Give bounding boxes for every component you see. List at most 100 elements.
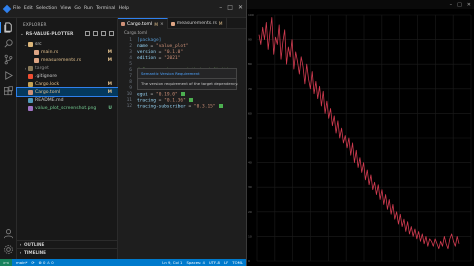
tooltip-divider — [138, 78, 236, 79]
hover-description: The version requirement of the target de… — [141, 81, 239, 86]
code-token: = — [155, 98, 165, 104]
git-status-badge: M — [107, 57, 112, 63]
menu-bar: File Edit Selection View Go Run Terminal… — [0, 0, 246, 18]
hover-link[interactable]: Semantic Version Requirement — [141, 71, 200, 76]
png-file-icon — [28, 105, 33, 111]
folder-open-file-icon — [28, 41, 33, 47]
remote-indicator[interactable]: >< — [0, 259, 12, 266]
breadcrumb[interactable]: Cargo.toml — [118, 29, 246, 36]
file-tree-item[interactable]: .gitignore — [17, 72, 118, 80]
run-debug-icon[interactable] — [3, 70, 14, 81]
search-icon[interactable] — [3, 38, 14, 49]
git-status-badge: M — [107, 81, 112, 87]
tab-label: measurements.rs — [176, 21, 217, 26]
minimize-button[interactable]: – — [450, 2, 453, 8]
cursor-position[interactable]: Ln 9, Col 1 — [162, 260, 182, 265]
git-status-badge: M — [107, 49, 112, 55]
menu-go[interactable]: Go — [74, 6, 80, 11]
outline-label: OUTLINE — [24, 241, 45, 247]
plot-background — [247, 9, 474, 266]
code-token: [package] — [137, 38, 162, 43]
y-tick-label: 50 — [248, 136, 252, 140]
timeline-panel-header[interactable]: › TIMELINE — [17, 248, 118, 255]
close-button[interactable]: ✕ — [238, 4, 243, 12]
y-tick-label: 100 — [248, 13, 254, 17]
crate-ok-check-icon — [188, 98, 193, 102]
extensions-icon[interactable] — [3, 86, 14, 97]
file-tree-item[interactable]: README.md — [17, 96, 118, 104]
y-tick-label: 80 — [248, 62, 252, 66]
folder-file-icon — [28, 65, 33, 71]
y-tick-label: 60 — [248, 111, 252, 115]
code-token: name — [137, 44, 148, 49]
tab-cargo-toml[interactable]: Cargo.toml M × — [118, 18, 168, 29]
file-label: main.rs — [41, 49, 59, 55]
y-tick-label: 10 — [248, 234, 252, 238]
menu-edit[interactable]: Edit — [24, 6, 33, 11]
maximize-button[interactable]: □ — [227, 4, 233, 12]
menu-run[interactable]: Run — [84, 6, 93, 11]
file-label: .gitignore — [35, 73, 57, 79]
language-mode[interactable]: TOML — [232, 260, 243, 265]
close-tab-icon[interactable]: × — [160, 22, 164, 27]
rust-file-icon — [170, 21, 175, 26]
window-controls: – □ ✕ — [219, 4, 243, 12]
code-token: edition — [137, 56, 156, 61]
problems-count[interactable]: ⊗ 0 ⚠ 0 — [39, 260, 54, 265]
file-label: Cargo.lock — [35, 81, 60, 87]
menu-view[interactable]: View — [60, 6, 71, 11]
refresh-icon[interactable] — [101, 31, 106, 36]
account-icon[interactable] — [3, 228, 14, 239]
maximize-button[interactable]: □ — [457, 2, 462, 8]
code-token: "2021" — [164, 56, 181, 61]
menu-help[interactable]: Help — [119, 6, 129, 11]
code-text: tracing-subscriber = "0.3.15" — [137, 104, 223, 111]
plot-window-controls: – □ ✕ — [450, 2, 471, 8]
y-tick-label: 40 — [248, 161, 252, 165]
new-file-icon[interactable] — [85, 31, 90, 36]
files-icon[interactable] — [0, 22, 14, 33]
file-label: value_plot_screenshot.png — [35, 105, 97, 111]
file-tree-item[interactable]: value_plot_screenshot.png U — [17, 104, 118, 112]
code-token: "0.19.0" — [155, 92, 178, 98]
file-label: target — [35, 65, 49, 71]
indentation[interactable]: Spaces: 4 — [186, 260, 204, 265]
file-tree-item[interactable]: › target — [17, 64, 118, 72]
menu-selection[interactable]: Selection — [36, 6, 57, 11]
tab-measurements-rs[interactable]: measurements.rs M — [168, 18, 227, 29]
encoding[interactable]: UTF-8 — [209, 260, 220, 265]
line-number: 12 — [126, 104, 132, 109]
file-tree-item[interactable]: Cargo.lock M — [17, 80, 118, 88]
minimize-button[interactable]: – — [219, 4, 222, 12]
git-status-badge: M — [107, 89, 112, 95]
end-of-line[interactable]: LF — [224, 260, 228, 265]
sync-icon[interactable]: ⟳ — [31, 260, 34, 265]
code-token: tracing-subscriber — [137, 104, 186, 110]
outline-panel-header[interactable]: › OUTLINE — [17, 240, 118, 247]
plot-window: – □ ✕ 100 90 80 70 60 50 40 30 20 10 0 — [246, 0, 474, 266]
lock-file-icon — [28, 81, 33, 87]
chevron-right-icon: › — [19, 249, 22, 255]
value-plot[interactable]: 1009080706050403020100 — [247, 9, 474, 266]
file-tree-item[interactable]: measurements.rs M — [17, 56, 118, 64]
file-label: README.md — [35, 97, 64, 103]
code-line: 12 tracing-subscriber = "0.3.15" — [118, 104, 246, 110]
file-tree-item[interactable]: ⌄ src — [17, 40, 118, 48]
source-control-icon[interactable] — [3, 54, 14, 65]
plot-titlebar: – □ ✕ — [247, 0, 474, 9]
code-token: "0.1.0" — [164, 50, 184, 55]
timeline-label: TIMELINE — [24, 249, 47, 255]
file-tree-item[interactable]: Cargo.toml M — [16, 87, 119, 97]
crate-ok-check-icon — [180, 92, 185, 96]
manage-gear-icon[interactable] — [3, 244, 14, 255]
new-folder-icon[interactable] — [93, 31, 98, 36]
file-tree-item[interactable]: main.rs M — [17, 48, 118, 56]
menu-terminal[interactable]: Terminal — [96, 6, 115, 11]
code-token: "0.3.15" — [193, 104, 216, 110]
collapse-all-icon[interactable] — [109, 31, 114, 36]
menu-file[interactable]: File — [13, 6, 21, 11]
toml-file-icon — [28, 89, 33, 95]
git-branch[interactable]: main* — [16, 260, 27, 265]
chevron-down-icon: ⌄ — [20, 31, 24, 37]
close-button[interactable]: ✕ — [467, 2, 471, 8]
